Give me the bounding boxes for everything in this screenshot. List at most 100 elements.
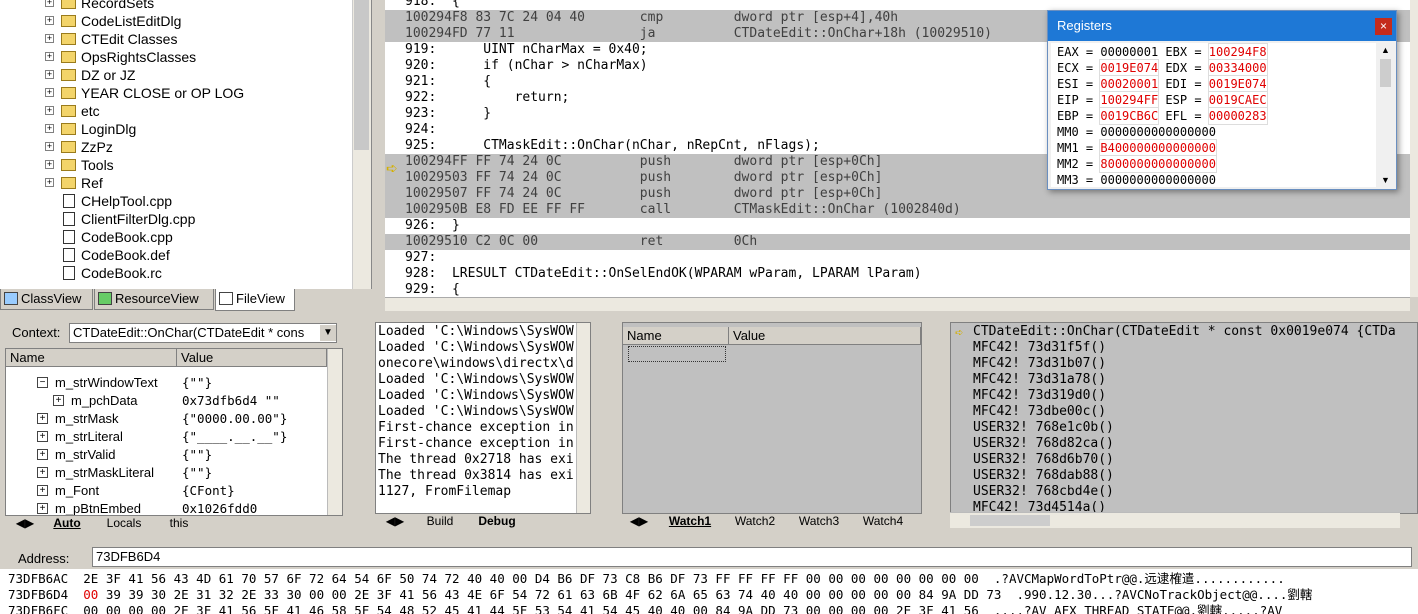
variable-row[interactable]: + m_Font {CFont} xyxy=(6,482,326,500)
tab-watch1[interactable]: Watch1 xyxy=(658,514,722,531)
close-button[interactable]: × xyxy=(1375,18,1392,35)
tree-item[interactable]: ClientFilterDlg.cpp xyxy=(0,210,352,228)
tree-item[interactable]: CodeBook.def xyxy=(0,246,352,264)
variables-scrollbar[interactable] xyxy=(327,349,342,515)
callstack-pane[interactable]: ➪ CTDateEdit::OnChar(CTDateEdit * const … xyxy=(950,322,1418,514)
variable-row[interactable]: + m_strLiteral {"____.__.__"} xyxy=(6,428,326,446)
tree-item[interactable]: + CodeListEditDlg xyxy=(0,12,352,30)
tree-item[interactable]: + LoginDlg xyxy=(0,120,352,138)
variables-col-name[interactable]: Name xyxy=(6,349,177,367)
memory-view[interactable]: 73DFB6AC 2E 3F 41 56 43 4D 61 70 57 6F 7… xyxy=(0,569,1418,614)
asm-line[interactable]: 10029510 C2 0C 00 ret 0Ch xyxy=(385,234,1410,250)
expand-icon[interactable]: + xyxy=(45,70,54,79)
memory-line[interactable]: 73DFB6AC 2E 3F 41 56 43 4D 61 70 57 6F 7… xyxy=(8,571,1285,587)
tab-locals[interactable]: Locals xyxy=(93,516,155,533)
watch-col-value[interactable]: Value xyxy=(729,327,921,345)
address-input[interactable]: 73DFB6D4 xyxy=(92,547,1412,567)
register-value[interactable]: 0000000000000000 xyxy=(1100,124,1216,140)
expand-icon[interactable]: + xyxy=(45,88,54,97)
callstack-frame[interactable]: USER32! 768cbd4e() xyxy=(973,484,1114,500)
tree-item[interactable]: + Ref xyxy=(0,174,352,192)
register-value[interactable]: 0019CAEC xyxy=(1207,91,1268,109)
variable-row[interactable]: + m_strValid {""} xyxy=(6,446,326,464)
tab-watch3[interactable]: Watch3 xyxy=(788,514,850,531)
tree-item[interactable]: + ZzPz xyxy=(0,138,352,156)
registers-scroll-thumb[interactable] xyxy=(1380,59,1391,87)
callstack-frame[interactable]: MFC42! 73d31a78() xyxy=(973,372,1106,388)
source-line[interactable]: 928: LRESULT CTDateEdit::OnSelEndOK(WPAR… xyxy=(385,266,1410,282)
callstack-frame[interactable]: USER32! 768d6b70() xyxy=(973,452,1114,468)
variable-row[interactable]: + m_strMaskLiteral {""} xyxy=(6,464,326,482)
watch-col-name[interactable]: Name xyxy=(623,327,729,345)
expand-icon[interactable]: + xyxy=(37,449,48,460)
variable-row[interactable]: + m_pBtnEmbed 0x1026fdd0 xyxy=(6,500,326,515)
register-value[interactable]: 00000283 xyxy=(1207,107,1268,125)
expand-icon[interactable]: + xyxy=(45,124,54,133)
callstack-frame[interactable]: CTDateEdit::OnChar(CTDateEdit * const 0x… xyxy=(973,324,1396,340)
expand-icon[interactable]: + xyxy=(45,106,54,115)
tree-item[interactable]: + etc xyxy=(0,102,352,120)
memory-line[interactable]: 73DFB6FC 00 00 00 00 2E 3F 41 56 5F 41 4… xyxy=(8,603,1282,614)
tree-item[interactable]: CHelpTool.cpp xyxy=(0,192,352,210)
expand-icon[interactable]: + xyxy=(37,503,48,514)
asm-line[interactable]: 1002950B E8 FD EE FF FF call CTMaskEdit:… xyxy=(385,202,1410,218)
tree-item[interactable]: + YEAR CLOSE or OP LOG xyxy=(0,84,352,102)
expand-icon[interactable]: + xyxy=(53,395,64,406)
callstack-frame[interactable]: MFC42! 73dbe00c() xyxy=(973,404,1106,420)
tab-resourceview[interactable]: ResourceView xyxy=(94,289,214,310)
callstack-frame[interactable]: USER32! 768e1c0b() xyxy=(973,420,1114,436)
tab-classview[interactable]: ClassView xyxy=(0,289,93,310)
workspace-tree[interactable]: + RecordSets + CodeListEditDlg + CTEdit Class… xyxy=(0,0,372,289)
tab-watch2[interactable]: Watch2 xyxy=(724,514,786,531)
tab-this[interactable]: this xyxy=(159,516,199,533)
register-value[interactable]: 00000001 xyxy=(1100,44,1158,60)
tab-scroll-icon[interactable]: ◀▶ xyxy=(377,514,413,531)
output-pane[interactable]: Loaded 'C:\Windows\SysWOW Loaded 'C:\Wind… xyxy=(375,322,591,514)
tab-build[interactable]: Build xyxy=(417,514,463,531)
callstack-frame[interactable]: USER32! 768dab88() xyxy=(973,468,1114,484)
register-value[interactable]: 0019E074 xyxy=(1207,75,1268,93)
expand-icon[interactable]: + xyxy=(37,413,48,424)
callstack-scroll-thumb[interactable] xyxy=(970,515,1050,526)
expand-icon[interactable]: + xyxy=(45,142,54,151)
variable-row[interactable]: + m_strMask {"0000.00.00"} xyxy=(6,410,326,428)
expand-icon[interactable]: + xyxy=(45,178,54,187)
expand-icon[interactable]: + xyxy=(45,0,54,7)
output-scrollbar[interactable] xyxy=(576,323,590,513)
register-value[interactable]: 0000000000000000 xyxy=(1100,172,1216,187)
expand-icon[interactable]: + xyxy=(37,485,48,496)
scroll-up-icon[interactable]: ▲ xyxy=(1381,45,1390,55)
source-line[interactable]: 929: { xyxy=(385,282,1410,297)
callstack-frame[interactable]: MFC42! 73d31f5f() xyxy=(973,340,1106,356)
callstack-h-scrollbar[interactable] xyxy=(950,512,1400,528)
register-value[interactable]: 8000000000000000 xyxy=(1099,155,1217,173)
expand-icon[interactable]: − xyxy=(37,377,48,388)
callstack-frame[interactable]: MFC42! 73d31b07() xyxy=(973,356,1106,372)
source-line[interactable]: 918: { xyxy=(385,0,1410,10)
tab-debug[interactable]: Debug xyxy=(469,514,525,531)
scroll-down-icon[interactable]: ▼ xyxy=(1381,175,1390,185)
registers-window[interactable]: Registers × EAX = 00000001 EBX = 100294F… xyxy=(1047,10,1397,190)
tree-item[interactable]: CodeBook.cpp xyxy=(0,228,352,246)
tab-watch4[interactable]: Watch4 xyxy=(852,514,914,531)
memory-line[interactable]: 73DFB6D4 00 39 39 30 2E 31 32 2E 33 30 0… xyxy=(8,587,1312,603)
register-value[interactable]: 100294F8 xyxy=(1207,43,1268,61)
expand-icon[interactable]: + xyxy=(45,160,54,169)
tree-item[interactable]: + OpsRightsClasses xyxy=(0,48,352,66)
expand-icon[interactable]: + xyxy=(37,467,48,478)
register-value[interactable]: B400000000000000 xyxy=(1099,139,1217,157)
variables-pane[interactable]: Name Value − m_strWindowText {""} + m_pchDat… xyxy=(5,348,343,516)
code-vertical-scrollbar[interactable] xyxy=(1410,0,1418,297)
tab-scroll-icon[interactable]: ◀▶ xyxy=(7,516,43,533)
register-value[interactable]: 00334000 xyxy=(1207,59,1268,77)
variables-col-value[interactable]: Value xyxy=(177,349,327,367)
tree-item[interactable]: CodeBook.rc xyxy=(0,264,352,282)
expand-icon[interactable]: + xyxy=(45,34,54,43)
register-value[interactable]: 00020001 xyxy=(1099,75,1160,93)
watch-pane[interactable]: Name Value xyxy=(622,322,922,514)
chevron-down-icon[interactable]: ▼ xyxy=(320,325,336,341)
context-dropdown[interactable]: CTDateEdit::OnChar(CTDateEdit * cons xyxy=(69,323,337,343)
expand-icon[interactable]: + xyxy=(37,431,48,442)
callstack-frame[interactable]: USER32! 768d82ca() xyxy=(973,436,1114,452)
tab-fileview[interactable]: FileView xyxy=(215,289,295,311)
